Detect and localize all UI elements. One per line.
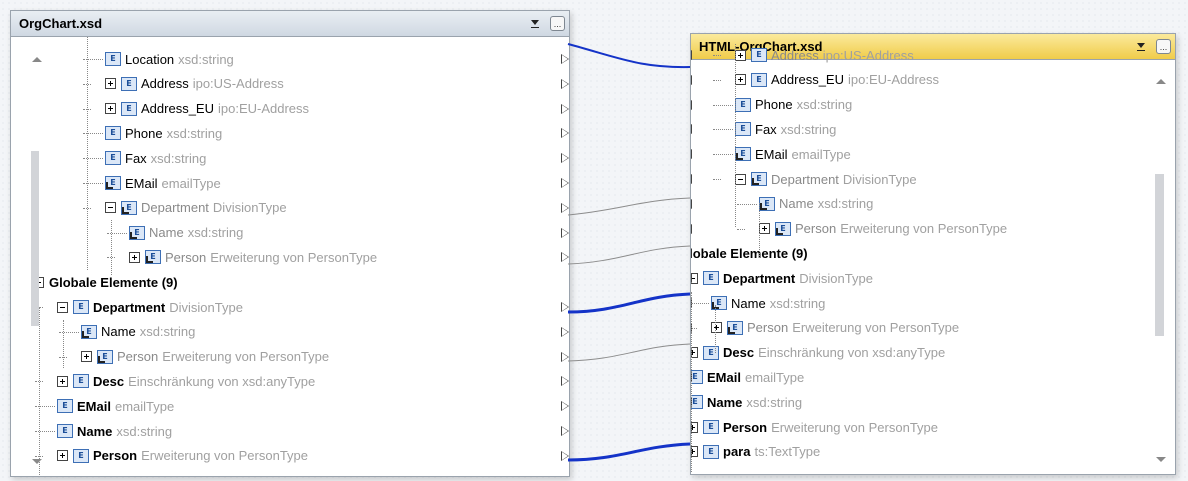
- mapping-link[interactable]: [567, 442, 691, 462]
- mapping-link[interactable]: [567, 343, 691, 362]
- mapping-link[interactable]: [567, 43, 691, 69]
- mapping-connections: [567, 43, 691, 462]
- mapping-link[interactable]: [567, 292, 691, 314]
- mapping-link[interactable]: [567, 197, 691, 216]
- mapping-link[interactable]: [567, 245, 691, 265]
